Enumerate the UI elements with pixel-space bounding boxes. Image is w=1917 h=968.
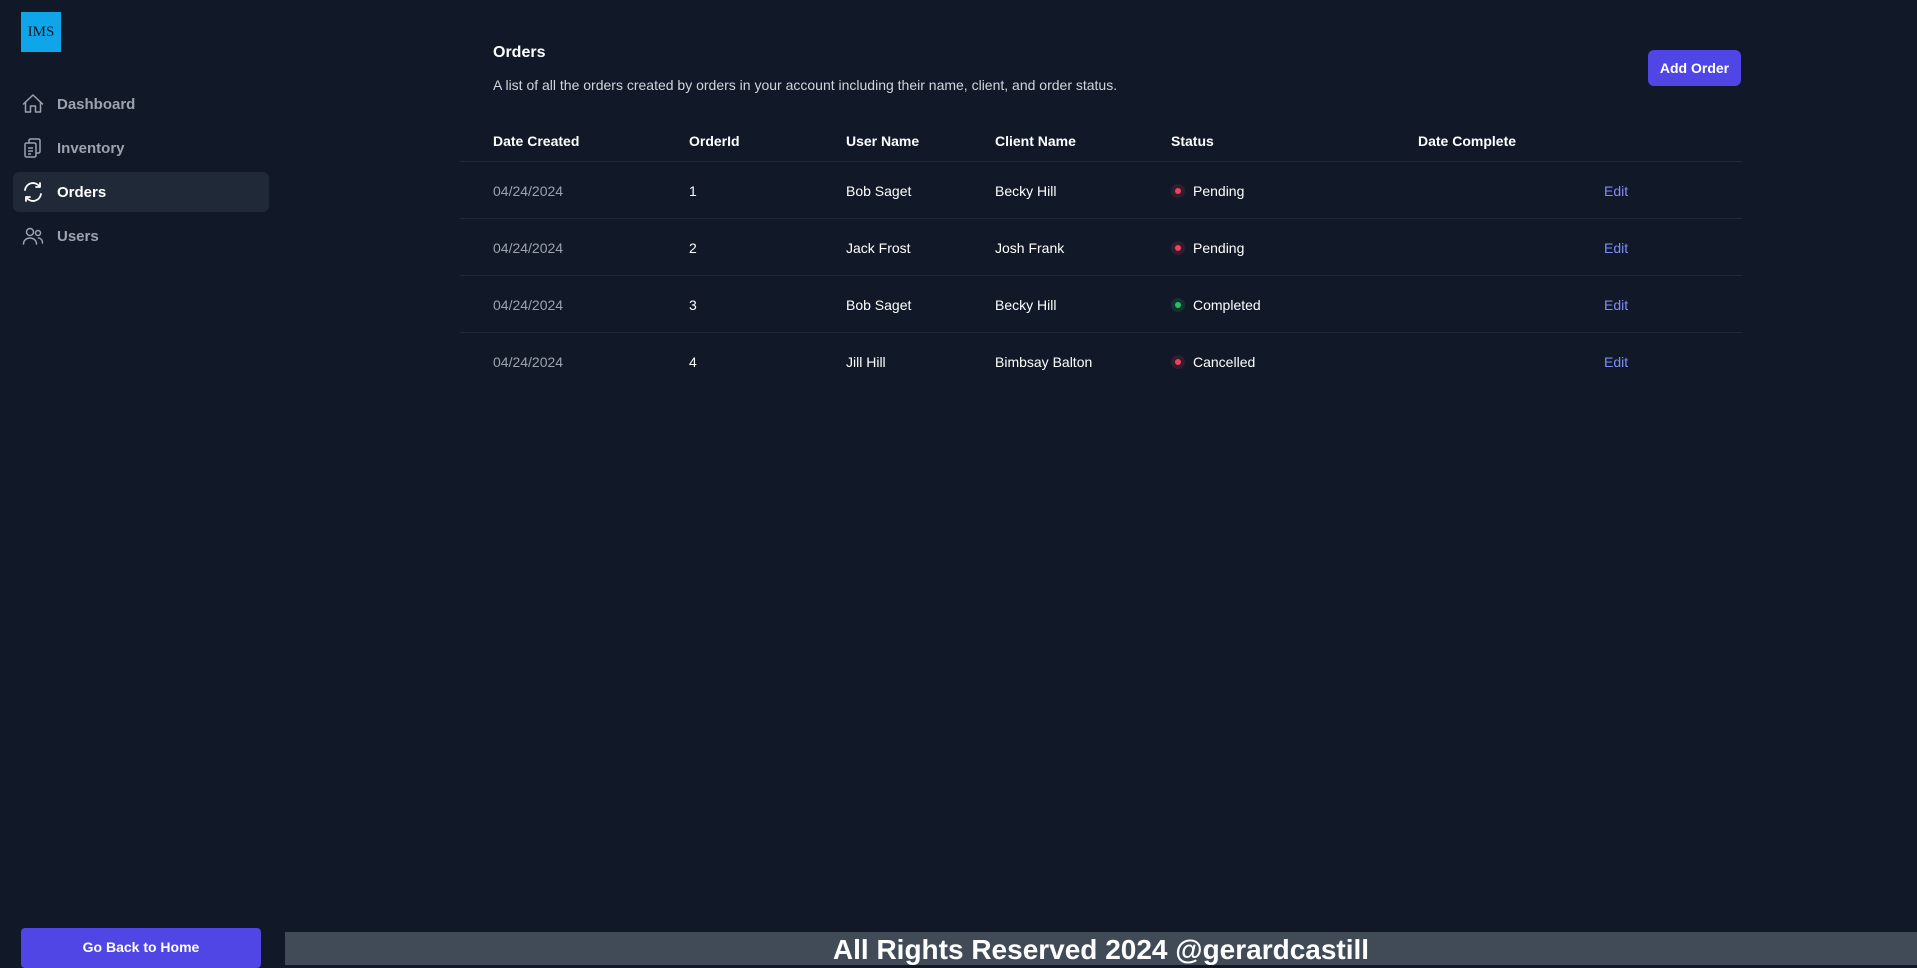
date-created-cell: 04/24/2024 <box>493 183 564 199</box>
date-created-cell: 04/24/2024 <box>493 297 564 313</box>
client-name-cell: Becky Hill <box>995 183 1057 199</box>
sidebar-item-label: Dashboard <box>57 95 136 113</box>
date-created-cell: 04/24/2024 <box>493 240 564 256</box>
status-cell: Completed <box>1171 297 1261 313</box>
sidebar: IMS Dashboard Inventory Orders Users Go … <box>0 0 285 968</box>
user-name-cell: Jill Hill <box>846 354 886 370</box>
user-name-cell: Bob Saget <box>846 183 912 199</box>
order-id-cell: 3 <box>689 297 697 313</box>
status-cell: Pending <box>1171 240 1244 256</box>
status-dot-icon <box>1171 184 1185 198</box>
status-text: Pending <box>1193 183 1245 199</box>
sidebar-nav: Dashboard Inventory Orders Users <box>13 84 269 260</box>
table-row: 04/24/2024 1 Bob Saget Becky Hill Pendin… <box>460 162 1742 219</box>
home-icon <box>21 92 45 116</box>
status-dot-icon <box>1171 241 1185 255</box>
order-id-cell: 4 <box>689 354 697 370</box>
status-cell: Pending <box>1171 183 1244 199</box>
client-name-cell: Josh Frank <box>995 240 1065 256</box>
column-header-client-name: Client Name <box>995 133 1076 149</box>
order-id-cell: 2 <box>689 240 697 256</box>
edit-link[interactable]: Edit <box>1604 183 1628 199</box>
column-header-date-created: Date Created <box>493 133 580 149</box>
table-row: 04/24/2024 4 Jill Hill Bimbsay Balton Ca… <box>460 333 1742 389</box>
column-header-user-name: User Name <box>846 133 920 149</box>
documents-icon <box>21 136 45 160</box>
user-name-cell: Bob Saget <box>846 297 912 313</box>
status-cell: Cancelled <box>1171 354 1255 370</box>
edit-link[interactable]: Edit <box>1604 354 1628 370</box>
sidebar-item-label: Users <box>57 227 99 245</box>
add-order-button[interactable]: Add Order <box>1648 50 1741 86</box>
sidebar-item-users[interactable]: Users <box>13 216 269 256</box>
edit-link[interactable]: Edit <box>1604 297 1628 313</box>
status-text: Pending <box>1193 240 1245 256</box>
status-dot-icon <box>1171 298 1185 312</box>
logo[interactable]: IMS <box>21 12 61 52</box>
column-header-status: Status <box>1171 133 1214 149</box>
sidebar-item-inventory[interactable]: Inventory <box>13 128 269 168</box>
table-row: 04/24/2024 3 Bob Saget Becky Hill Comple… <box>460 276 1742 333</box>
sidebar-item-dashboard[interactable]: Dashboard <box>13 84 269 124</box>
go-back-home-button[interactable]: Go Back to Home <box>21 928 261 968</box>
order-id-cell: 1 <box>689 183 697 199</box>
refresh-icon <box>21 180 45 204</box>
status-text: Completed <box>1193 297 1261 313</box>
sidebar-item-label: Inventory <box>57 139 125 157</box>
status-text: Cancelled <box>1193 354 1256 370</box>
page-description: A list of all the orders created by orde… <box>493 77 1118 93</box>
user-name-cell: Jack Frost <box>846 240 911 256</box>
client-name-cell: Becky Hill <box>995 297 1057 313</box>
footer: All Rights Reserved 2024 @gerardcastill <box>285 932 1917 965</box>
status-dot-icon <box>1171 355 1185 369</box>
column-header-order-id: OrderId <box>689 133 740 149</box>
users-icon <box>21 224 45 248</box>
table-row: 04/24/2024 2 Jack Frost Josh Frank Pendi… <box>460 219 1742 276</box>
edit-link[interactable]: Edit <box>1604 240 1628 256</box>
column-header-date-complete: Date Complete <box>1418 133 1517 149</box>
table-header: Date Created OrderId User Name Client Na… <box>460 123 1742 162</box>
sidebar-item-orders[interactable]: Orders <box>13 172 269 212</box>
date-created-cell: 04/24/2024 <box>493 354 564 370</box>
page-title: Orders <box>493 44 546 61</box>
logo-text: IMS <box>27 23 55 40</box>
sidebar-item-label: Orders <box>57 183 107 201</box>
client-name-cell: Bimbsay Balton <box>995 354 1093 370</box>
orders-table: Date Created OrderId User Name Client Na… <box>460 123 1742 389</box>
